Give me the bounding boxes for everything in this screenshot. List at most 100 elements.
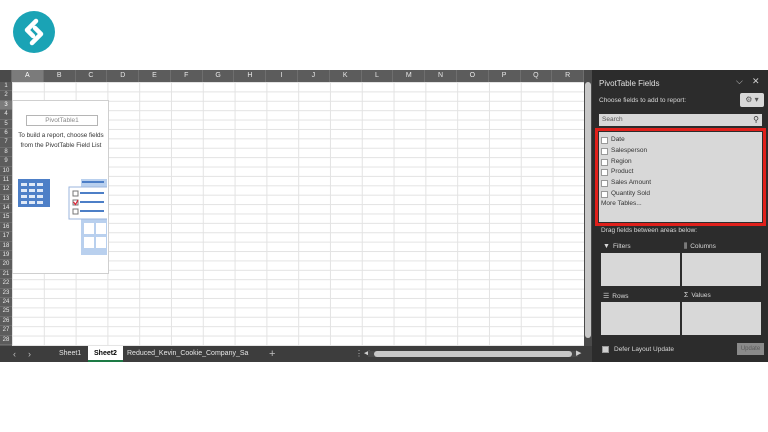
brand-logo <box>13 11 55 53</box>
row-header-9[interactable]: 9 <box>0 157 12 167</box>
defer-checkbox[interactable] <box>602 346 609 353</box>
field-label: Date <box>611 136 625 143</box>
filters-area-label: ▼ Filters <box>603 243 631 250</box>
field-item-date[interactable]: Date <box>601 135 625 145</box>
column-header-k[interactable]: K <box>330 70 362 82</box>
column-header-m[interactable]: M <box>393 70 426 82</box>
pane-title: PivotTable Fields <box>599 79 660 88</box>
field-item-region[interactable]: Region <box>601 157 632 167</box>
columns-icon: ⫼ <box>684 243 688 250</box>
checkbox[interactable] <box>601 147 608 155</box>
row-header-11[interactable]: 11 <box>0 176 12 186</box>
row-header-13[interactable]: 13 <box>0 195 12 205</box>
field-item-product[interactable]: Product <box>601 167 633 177</box>
column-header-b[interactable]: B <box>44 70 76 82</box>
field-item-sales-amount[interactable]: Sales Amount <box>601 178 651 188</box>
scroll-right-icon[interactable]: ▶ <box>576 346 581 362</box>
row-header-18[interactable]: 18 <box>0 242 12 252</box>
column-header-i[interactable]: I <box>266 70 299 82</box>
checkbox[interactable] <box>601 136 608 144</box>
row-header-1[interactable]: 1 <box>0 82 12 92</box>
vertical-scrollbar[interactable] <box>584 70 592 346</box>
columns-drop-zone[interactable] <box>682 253 761 286</box>
column-header-o[interactable]: O <box>457 70 489 82</box>
drag-fields-label: Drag fields between areas below: <box>601 227 698 234</box>
field-label: Product <box>611 168 634 175</box>
row-header-8[interactable]: 8 <box>0 148 12 158</box>
rows-icon: ☰ <box>603 293 610 300</box>
row-header-4[interactable]: 4 <box>0 110 12 120</box>
sheet-tab-sheet2[interactable]: Sheet2 <box>88 346 123 362</box>
more-tables-link[interactable]: More Tables... <box>601 200 642 207</box>
checkbox[interactable] <box>601 168 608 176</box>
field-label: Region <box>611 158 632 165</box>
row-header-3[interactable]: 3 <box>0 100 12 111</box>
row-header-19[interactable]: 19 <box>0 251 12 261</box>
more-options-icon[interactable]: ⋮ <box>355 346 363 362</box>
defer-label: Defer Layout Update <box>614 346 674 353</box>
prev-sheet-icon[interactable]: ‹ <box>13 348 16 360</box>
checkbox[interactable] <box>601 158 608 166</box>
update-button[interactable]: Update <box>737 343 764 355</box>
field-label: Sales Amount <box>611 179 652 186</box>
close-icon[interactable]: ✕ <box>752 76 760 87</box>
row-header-12[interactable]: 12 <box>0 185 12 195</box>
values-area-label: Σ Values <box>684 292 711 299</box>
horizontal-scroll-thumb[interactable] <box>374 351 572 357</box>
column-header-e[interactable]: E <box>139 70 171 82</box>
field-item-salesperson[interactable]: Salesperson <box>601 146 647 156</box>
column-header-c[interactable]: C <box>76 70 108 82</box>
sheet-tab-reduced-kevin-cookie[interactable]: Reduced_Kevin_Cookie_Company_Sa <box>121 346 254 362</box>
row-header-7[interactable]: 7 <box>0 138 12 148</box>
row-header-5[interactable]: 5 <box>0 120 12 129</box>
row-header-2[interactable]: 2 <box>0 91 12 101</box>
checkbox[interactable] <box>601 190 608 198</box>
filters-drop-zone[interactable] <box>601 253 680 286</box>
chevron-down-icon[interactable]: ⌵ <box>736 76 743 87</box>
column-header-a[interactable]: A <box>12 70 44 82</box>
row-header-6[interactable]: 6 <box>0 129 12 139</box>
defer-layout-update[interactable]: Defer Layout Update <box>602 346 674 353</box>
row-header-21[interactable]: 21 <box>0 270 12 280</box>
field-search-input[interactable]: Search ⚲ <box>599 114 762 126</box>
row-header-24[interactable]: 24 <box>0 298 12 308</box>
rows-label: Rows <box>612 293 629 300</box>
row-header-27[interactable]: 27 <box>0 326 12 336</box>
values-drop-zone[interactable] <box>682 302 761 335</box>
column-header-f[interactable]: F <box>171 70 203 82</box>
select-all-corner[interactable] <box>0 70 12 82</box>
column-header-n[interactable]: N <box>425 70 457 82</box>
search-icon[interactable]: ⚲ <box>753 114 759 126</box>
sigma-icon: Σ <box>684 292 689 299</box>
pivottable-placeholder[interactable]: PivotTable1 To build a report, choose fi… <box>12 100 109 274</box>
row-header-14[interactable]: 14 <box>0 204 12 214</box>
row-header-10[interactable]: 10 <box>0 167 12 176</box>
checkbox[interactable] <box>601 179 608 187</box>
field-item-quantity-sold[interactable]: Quantity Sold <box>601 189 650 199</box>
sheet-tab-sheet1[interactable]: Sheet1 <box>53 346 87 362</box>
column-header-q[interactable]: Q <box>521 70 553 82</box>
column-header-d[interactable]: D <box>107 70 140 82</box>
row-header-20[interactable]: 20 <box>0 260 12 270</box>
next-sheet-icon[interactable]: › <box>28 348 31 360</box>
column-header-l[interactable]: L <box>362 70 394 82</box>
rows-drop-zone[interactable] <box>601 302 680 335</box>
pivottable-fields-pane: PivotTable Fields ⌵ ✕ Choose fields to a… <box>592 70 768 362</box>
column-header-r[interactable]: R <box>552 70 585 82</box>
row-header-26[interactable]: 26 <box>0 317 12 327</box>
field-label: Quantity Sold <box>611 190 651 197</box>
column-header-h[interactable]: H <box>234 70 267 82</box>
vertical-scroll-thumb[interactable] <box>585 82 591 338</box>
row-header-15[interactable]: 15 <box>0 213 12 223</box>
row-header-16[interactable]: 16 <box>0 223 12 233</box>
row-header-17[interactable]: 17 <box>0 232 12 242</box>
gear-icon[interactable]: ⚙ ▾ <box>740 93 764 107</box>
column-header-j[interactable]: J <box>298 70 330 82</box>
column-header-p[interactable]: P <box>489 70 521 82</box>
row-header-23[interactable]: 23 <box>0 289 12 298</box>
add-sheet-button[interactable]: + <box>269 346 275 362</box>
column-header-g[interactable]: G <box>203 70 235 82</box>
row-header-28[interactable]: 28 <box>0 336 12 345</box>
row-header-25[interactable]: 25 <box>0 307 12 317</box>
row-header-22[interactable]: 22 <box>0 279 12 289</box>
